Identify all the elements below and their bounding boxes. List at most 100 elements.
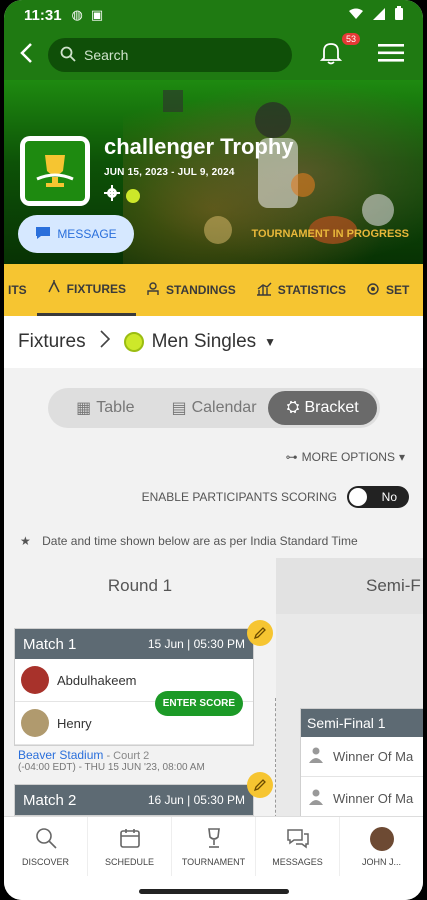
- tab-label: STATISTICS: [277, 283, 347, 297]
- match-title: Match 2: [23, 791, 77, 809]
- more-options-button[interactable]: ⊶ MORE OPTIONS ▾: [286, 450, 405, 464]
- nav-schedule[interactable]: SCHEDULE: [88, 817, 172, 876]
- caret-down-icon: ▾: [398, 450, 405, 464]
- notification-badge: 53: [341, 32, 360, 45]
- caret-down-icon[interactable]: ▼: [264, 335, 276, 349]
- category-select[interactable]: Men Singles: [152, 331, 257, 353]
- tennis-ball-icon: [126, 188, 140, 203]
- chat-icon: [35, 226, 51, 243]
- scoring-toggle[interactable]: No: [347, 486, 409, 508]
- app-bar: Search 53: [4, 30, 423, 80]
- player-name: Henry: [57, 715, 92, 731]
- tab-fixtures[interactable]: FIXTURES: [36, 264, 137, 316]
- toggle-knob: [349, 488, 367, 506]
- breadcrumb: Fixtures Men Singles ▼: [4, 316, 423, 368]
- settings-icon: [366, 282, 380, 299]
- status-bar: 11:31 ◍ ▣: [4, 0, 423, 30]
- nav-profile[interactable]: JOHN J...: [340, 817, 423, 876]
- tournament-dates: JUN 15, 2023 - JUL 9, 2024: [104, 167, 235, 178]
- tab-label: FIXTURES: [66, 281, 127, 296]
- star-icon: ★: [20, 534, 31, 548]
- signal-icon: [373, 7, 385, 24]
- table-view-button[interactable]: ▦ Table: [51, 391, 160, 425]
- tournament-status: TOURNAMENT IN PROGRESS: [251, 228, 409, 240]
- scoring-value: No: [381, 490, 397, 504]
- semi-final-slot: Winner Of Ma: [301, 779, 423, 819]
- player-name: Abdulhakeem: [57, 672, 137, 688]
- more-options-label: MORE OPTIONS: [301, 450, 395, 464]
- nav-tournament[interactable]: TOURNAMENT: [172, 817, 256, 876]
- edit-pencil-icon[interactable]: [247, 772, 273, 798]
- bell-icon: [319, 42, 343, 69]
- enter-score-button[interactable]: ENTER SCORE: [154, 691, 243, 716]
- bottom-navigation: DISCOVER SCHEDULE TOURNAMENT MESSAGES JO…: [4, 816, 423, 876]
- match-datetime: 15 Jun | 05:30 PM: [147, 637, 245, 651]
- match-title: Match 1: [23, 635, 77, 653]
- venue-link[interactable]: Beaver Stadium: [18, 748, 103, 762]
- app-screen: 11:31 ◍ ▣ Search 53 challenger Trophy JU…: [4, 0, 423, 900]
- edit-pencil-icon[interactable]: [247, 620, 273, 646]
- tab-label: STANDINGS: [166, 283, 236, 297]
- nav-label: SCHEDULE: [104, 856, 154, 867]
- match-local-time: (-04:00 EDT) - THU 15 JUN '23, 08:00 AM: [18, 762, 205, 773]
- battery-icon: [395, 6, 403, 24]
- notifications-button[interactable]: 53: [319, 32, 360, 70]
- bracket-icon: [47, 280, 61, 297]
- match-datetime: 16 Jun | 05:30 PM: [147, 793, 245, 807]
- match-venue: Beaver Stadium - Court 2: [18, 748, 149, 762]
- semi-final-slot: Winner Of Ma: [301, 737, 423, 777]
- search-placeholder: Search: [84, 47, 129, 63]
- semi-final-title: Semi-Final 1: [301, 709, 423, 737]
- tennis-ball-icon: [123, 332, 144, 352]
- gesture-area: [4, 876, 423, 900]
- bracket-view-button[interactable]: ⛭ Bracket: [268, 391, 378, 425]
- user-placeholder-icon: [309, 789, 323, 808]
- semi-final-card[interactable]: Semi-Final 1 Winner Of Ma Winner Of Ma: [300, 708, 423, 820]
- back-arrow-icon[interactable]: [4, 40, 48, 71]
- match-header: Match 1 15 Jun | 05:30 PM: [15, 629, 253, 659]
- search-input[interactable]: Search: [48, 38, 292, 72]
- tournament-title: challenger Trophy: [104, 134, 294, 159]
- trophy-icon: [25, 141, 85, 201]
- status-time: 11:31: [24, 6, 62, 24]
- tab-statistics[interactable]: STATISTICS: [246, 264, 356, 316]
- gear-icon: [104, 185, 120, 206]
- venue-court: - Court 2: [106, 750, 150, 762]
- user-placeholder-icon: [309, 747, 323, 766]
- tournament-sport-icons: [104, 185, 140, 206]
- calendar-icon: ▤: [171, 400, 187, 417]
- tab-participants[interactable]: ITS: [4, 264, 37, 316]
- nav-label: MESSAGES: [272, 856, 323, 867]
- search-icon: [60, 46, 84, 65]
- match-card[interactable]: Match 2 16 Jun | 05:30 PM: [14, 784, 254, 816]
- breadcrumb-root[interactable]: Fixtures: [18, 331, 86, 353]
- wifi-icon: [349, 7, 363, 24]
- message-button[interactable]: MESSAGE: [18, 215, 134, 253]
- trophy-icon: [203, 827, 225, 851]
- scoring-label: ENABLE PARTICIPANTS SCORING: [141, 490, 337, 504]
- tab-settings[interactable]: SET: [356, 264, 419, 316]
- bracket-view-label: Bracket: [304, 399, 359, 416]
- round-header-2: Semi-F: [276, 558, 423, 614]
- view-toggle: ▦ Table ▤ Calendar ⛭ Bracket: [48, 388, 380, 428]
- avatar: [21, 709, 49, 737]
- hamburger-menu-icon[interactable]: [378, 43, 404, 67]
- message-button-label: MESSAGE: [57, 227, 117, 241]
- participants-scoring: ENABLE PARTICIPANTS SCORING No: [142, 486, 409, 508]
- avatar: [21, 666, 49, 694]
- options-icon: ⊶: [285, 450, 298, 464]
- tab-standings[interactable]: STANDINGS: [136, 264, 246, 316]
- match-card[interactable]: Match 1 15 Jun | 05:30 PM Abdulhakeem He…: [14, 628, 254, 746]
- nav-discover[interactable]: DISCOVER: [4, 817, 88, 876]
- match-header: Match 2 16 Jun | 05:30 PM: [15, 785, 253, 815]
- nav-label: DISCOVER: [21, 856, 69, 867]
- round-header-1: Round 1: [4, 558, 276, 614]
- calendar-view-button[interactable]: ▤ Calendar: [160, 391, 269, 425]
- home-indicator[interactable]: [138, 889, 289, 894]
- tab-label: SET: [386, 283, 410, 297]
- timezone-text: Date and time shown below are as per Ind…: [42, 534, 358, 548]
- tab-label: ITS: [8, 283, 27, 297]
- nav-messages[interactable]: MESSAGES: [256, 817, 340, 876]
- fixtures-content: ▦ Table ▤ Calendar ⛭ Bracket ⊶ MORE OPTI…: [4, 368, 423, 828]
- tournament-logo: [20, 136, 90, 206]
